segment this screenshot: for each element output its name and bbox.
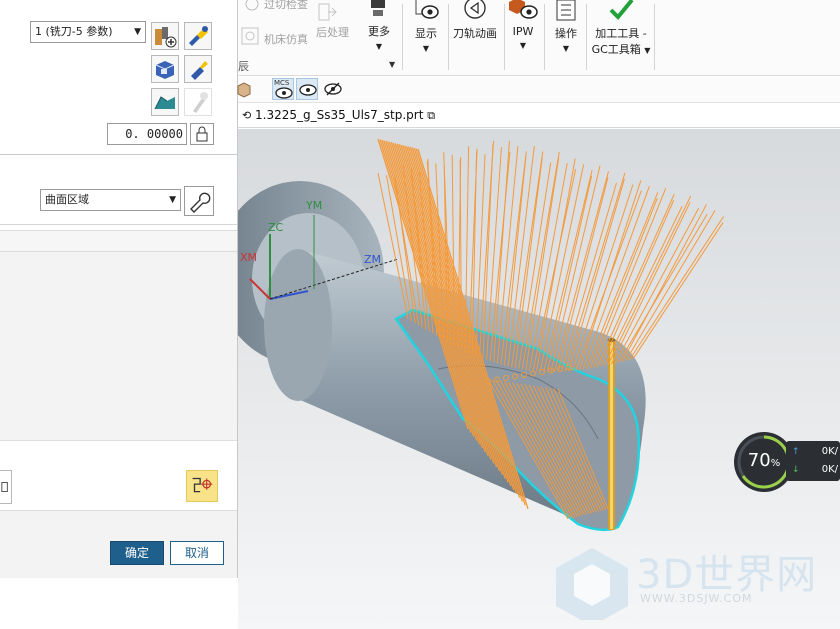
watermark-url: WWW.3DSJW.COM [640,592,753,605]
tool-select-value: 1 (铣刀-5 参数) [35,25,113,38]
postprocess-label[interactable]: 后处理 [316,24,349,40]
lock-icon [196,126,208,142]
replay-icon [1,481,8,493]
axis-label-zm: ZM [364,253,381,266]
download-speed: 0K/ [821,464,838,475]
tool-select[interactable]: 1 (铣刀-5 参数) ▼ [30,21,146,43]
machine-sim-label[interactable]: 机床仿真 [264,31,308,47]
mcs-show-button[interactable]: MCS [272,78,294,100]
chevron-down-icon: ▼ [169,195,176,205]
view-toolbar: MCS [236,77,840,103]
gouge-check-label[interactable]: 过切检查 [264,0,308,12]
operation-button[interactable]: 操作 ▼ [550,0,582,54]
eye-hide-icon [324,82,342,96]
chevron-down-icon: ▼ [644,46,651,55]
performance-gauge: 70% [734,432,794,492]
chevron-down-icon: ▼ [375,42,383,51]
file-copy-icon[interactable]: ⧉ [427,109,435,122]
network-speed: ↑ 0K/ ↓ 0K/ [786,441,840,481]
region-select[interactable]: 曲面区域 ▼ [40,189,181,211]
axis-label-xm: XM [240,251,257,264]
machine-sim-icon [241,27,259,45]
cancel-button[interactable]: 取消 [170,541,224,565]
mcs-label: MCS [274,79,290,87]
more-dropdown-icon[interactable]: ▼ [389,60,395,69]
file-tab[interactable]: ⟲ 1.3225_g_Ss35_Uls7_stp.prt ⧉ [242,108,435,123]
modified-icon: ⟲ [242,109,252,122]
generate-button[interactable] [186,470,218,502]
region-select-value: 曲面区域 [45,193,89,206]
upload-speed: 0K/ [821,446,838,457]
checkmark-icon [609,0,634,20]
geometry-icon [155,61,175,79]
operation-dialog: 1 (铣刀-5 参数) ▼ 0. 00000 曲面区域 ▼ 确定 取消 [0,0,238,578]
chevron-down-icon: ▼ [422,44,430,53]
chevron-down-icon: ▼ [562,44,570,53]
machining-tools-label: 加工工具 - [595,27,647,40]
edit-tool-button[interactable] [184,22,212,50]
value-field-text: 0. 00000 [125,127,183,141]
tool-axis-button[interactable] [184,88,212,116]
display-tool-button[interactable] [184,55,212,83]
edit-tool-icon [189,26,208,46]
eye-icon [275,87,293,99]
hide-button[interactable] [322,78,344,100]
cutting-tool [607,338,616,530]
operation-label: 操作 [555,27,577,40]
new-tool-icon [155,27,177,48]
ok-button[interactable]: 确定 [110,541,164,565]
settings-button[interactable] [184,186,214,216]
gc-toolbox-label: GC工具箱 ▼ [591,43,651,56]
toolpath-animation-label: 刀轨动画 [453,27,497,40]
axis-label-ym: YM [305,199,322,212]
ipw-icon [509,0,538,19]
ribbon: 过切检查 机床仿真 后处理 辰 更多 ▼ ▼ 显示 ▼ 刀轨动画 IPW ▼ 操… [238,0,840,76]
box-icon[interactable] [236,81,252,99]
ribbon-group-fragment: 辰 [238,60,249,73]
file-tab-label: 1.3225_g_Ss35_Uls7_stp.prt [255,108,424,122]
generate-icon [192,477,213,493]
download-arrow-icon: ↓ [792,465,800,475]
lock-button[interactable] [190,123,214,145]
machining-tools-button[interactable]: 加工工具 - GC工具箱 ▼ [588,0,654,57]
display-icon [415,0,439,19]
operation-list-icon [556,0,576,21]
geometry-button[interactable] [151,55,179,83]
replay-button[interactable] [0,470,12,504]
ipw-label: IPW [512,25,534,38]
cut-region-button[interactable] [151,88,179,116]
region-icon [154,96,175,110]
chevron-down-icon: ▼ [134,27,141,37]
file-tab-bar: ⟲ 1.3225_g_Ss35_Uls7_stp.prt ⧉ [238,104,840,128]
show-button[interactable] [296,78,318,100]
shaft-end [264,249,332,401]
gauge-value: 70% [747,450,781,471]
toolpath-animation-button[interactable]: 刀轨动画 [450,0,500,41]
chevron-down-icon: ▼ [519,41,527,50]
tool-icon-disabled [193,92,208,113]
gouge-check-icon [245,0,259,11]
display-label: 显示 [415,27,437,40]
play-back-icon [464,0,486,19]
ipw-button[interactable]: IPW ▼ [506,0,540,51]
display-button[interactable]: 显示 ▼ [410,0,442,54]
eye-show-icon [299,84,317,96]
new-tool-button[interactable] [151,22,179,50]
more-icon [371,0,385,16]
upload-arrow-icon: ↑ [792,447,800,457]
flashlight-icon [191,61,208,80]
more-button[interactable]: 更多 ▼ [364,0,394,52]
more-label: 更多 [368,25,390,38]
value-field[interactable]: 0. 00000 [107,123,187,145]
axis-label-zc: ZC [268,221,284,234]
postprocess-icon [318,3,337,21]
wrench-icon [190,192,211,213]
